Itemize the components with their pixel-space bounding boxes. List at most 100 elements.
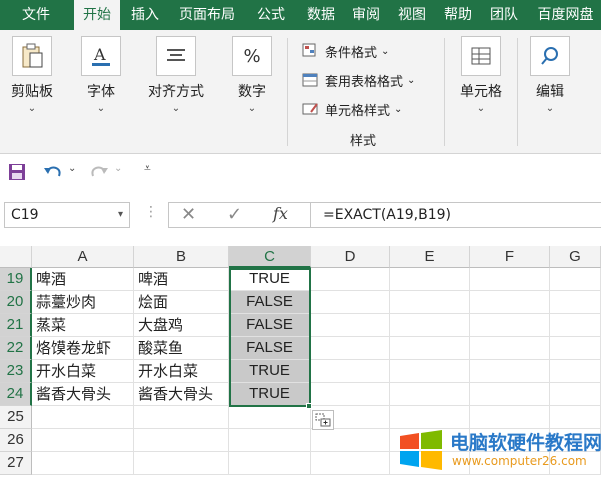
confirm-icon[interactable]: ✓ <box>227 204 242 225</box>
tab-page-layout[interactable]: 页面布局 <box>170 0 244 30</box>
select-all-corner[interactable] <box>0 246 32 268</box>
cell-empty[interactable] <box>390 291 470 314</box>
cell-empty[interactable] <box>390 337 470 360</box>
column-header-b[interactable]: B <box>134 246 229 268</box>
cell-b[interactable] <box>134 429 229 452</box>
cell-c[interactable] <box>229 406 311 429</box>
column-header-f[interactable]: F <box>470 246 550 268</box>
cells-group[interactable]: 单元格 ⌄ <box>455 36 507 114</box>
chevron-down-icon[interactable]: ⌄ <box>114 163 122 174</box>
name-box[interactable]: C19 ▾ <box>4 202 130 228</box>
tab-data[interactable]: 数据 <box>298 0 344 30</box>
cell-c[interactable]: FALSE <box>229 314 311 337</box>
tab-team[interactable]: 团队 <box>484 0 524 30</box>
font-group[interactable]: A 字体 ⌄ <box>78 36 124 114</box>
row-header[interactable]: 24 <box>0 383 32 406</box>
cell-empty[interactable] <box>390 360 470 383</box>
cell-empty[interactable] <box>470 291 550 314</box>
formula-input[interactable]: =EXACT(A19,B19) <box>310 202 601 228</box>
column-header-c[interactable]: C <box>229 246 311 268</box>
cell-c[interactable] <box>229 429 311 452</box>
tab-review[interactable]: 审阅 <box>346 0 386 30</box>
cell-empty[interactable] <box>470 337 550 360</box>
cell-empty[interactable] <box>311 452 390 475</box>
row-header[interactable]: 19 <box>0 268 32 291</box>
row-header[interactable]: 23 <box>0 360 32 383</box>
clipboard-group[interactable]: 剪贴板 ⌄ <box>6 36 58 114</box>
cell-empty[interactable] <box>311 314 390 337</box>
cell-a[interactable] <box>32 406 134 429</box>
cell-c[interactable]: TRUE <box>229 360 311 383</box>
cell-a[interactable]: 酱香大骨头 <box>32 383 134 406</box>
cell-c[interactable]: TRUE <box>229 383 311 406</box>
cell-a[interactable]: 蒜薹炒肉 <box>32 291 134 314</box>
tab-insert[interactable]: 插入 <box>122 0 168 30</box>
cell-empty[interactable] <box>470 314 550 337</box>
cell-style-button[interactable]: 单元格样式 ⌄ <box>302 98 402 120</box>
fill-handle[interactable] <box>306 403 312 409</box>
cell-b[interactable]: 酸菜鱼 <box>134 337 229 360</box>
cell-a[interactable]: 蒸菜 <box>32 314 134 337</box>
cell-a[interactable]: 开水白菜 <box>32 360 134 383</box>
tab-view[interactable]: 视图 <box>392 0 432 30</box>
cell-c[interactable]: FALSE <box>229 337 311 360</box>
cell-b[interactable]: 酱香大骨头 <box>134 383 229 406</box>
editing-group[interactable]: 编辑 ⌄ <box>528 36 572 114</box>
conditional-format-button[interactable]: 条件格式 ⌄ <box>302 40 389 62</box>
cell-c[interactable]: TRUE <box>229 268 311 291</box>
cell-b[interactable]: 大盘鸡 <box>134 314 229 337</box>
cell-empty[interactable] <box>311 429 390 452</box>
cell-a[interactable] <box>32 429 134 452</box>
cell-empty[interactable] <box>550 360 601 383</box>
tab-baidu-netdisk[interactable]: 百度网盘 <box>530 0 601 30</box>
cell-c[interactable]: FALSE <box>229 291 311 314</box>
customize-toolbar-icon[interactable]: ⩡ <box>144 161 151 176</box>
cell-b[interactable]: 烩面 <box>134 291 229 314</box>
tab-home[interactable]: 开始 <box>74 0 120 31</box>
row-header[interactable]: 26 <box>0 429 32 452</box>
insert-function-icon[interactable]: fx <box>273 204 288 223</box>
save-icon[interactable] <box>8 163 26 181</box>
cell-a[interactable]: 烙馍卷龙虾 <box>32 337 134 360</box>
cell-empty[interactable] <box>311 383 390 406</box>
cell-empty[interactable] <box>550 314 601 337</box>
cell-empty[interactable] <box>311 360 390 383</box>
alignment-group[interactable]: 对齐方式 ⌄ <box>142 36 210 114</box>
number-group[interactable]: % 数字 ⌄ <box>230 36 274 114</box>
cell-a[interactable] <box>32 452 134 475</box>
tab-help[interactable]: 帮助 <box>438 0 478 30</box>
cancel-icon[interactable]: ✕ <box>181 204 196 225</box>
cell-empty[interactable] <box>390 383 470 406</box>
cell-empty[interactable] <box>550 337 601 360</box>
cell-empty[interactable] <box>390 268 470 291</box>
row-header[interactable]: 20 <box>0 291 32 314</box>
cell-b[interactable] <box>134 452 229 475</box>
cell-a[interactable]: 啤酒 <box>32 268 134 291</box>
row-header[interactable]: 21 <box>0 314 32 337</box>
column-header-e[interactable]: E <box>390 246 470 268</box>
cell-empty[interactable] <box>550 291 601 314</box>
tab-formulas[interactable]: 公式 <box>248 0 294 30</box>
undo-icon[interactable] <box>42 163 64 181</box>
cell-empty[interactable] <box>311 291 390 314</box>
cell-empty[interactable] <box>311 268 390 291</box>
cell-b[interactable]: 开水白菜 <box>134 360 229 383</box>
cell-empty[interactable] <box>470 360 550 383</box>
cell-empty[interactable] <box>390 314 470 337</box>
tab-file[interactable]: 文件 <box>0 0 72 30</box>
cell-empty[interactable] <box>311 337 390 360</box>
row-header[interactable]: 27 <box>0 452 32 475</box>
column-header-d[interactable]: D <box>311 246 390 268</box>
cell-empty[interactable] <box>470 268 550 291</box>
table-format-button[interactable]: 套用表格格式 ⌄ <box>302 69 415 91</box>
column-header-a[interactable]: A <box>32 246 134 268</box>
cell-empty[interactable] <box>550 383 601 406</box>
cell-empty[interactable] <box>470 383 550 406</box>
row-header[interactable]: 22 <box>0 337 32 360</box>
redo-icon[interactable] <box>88 163 110 181</box>
cell-b[interactable] <box>134 406 229 429</box>
cell-b[interactable]: 啤酒 <box>134 268 229 291</box>
chevron-down-icon[interactable]: ⌄ <box>68 163 76 174</box>
cell-c[interactable] <box>229 452 311 475</box>
column-header-g[interactable]: G <box>550 246 601 268</box>
